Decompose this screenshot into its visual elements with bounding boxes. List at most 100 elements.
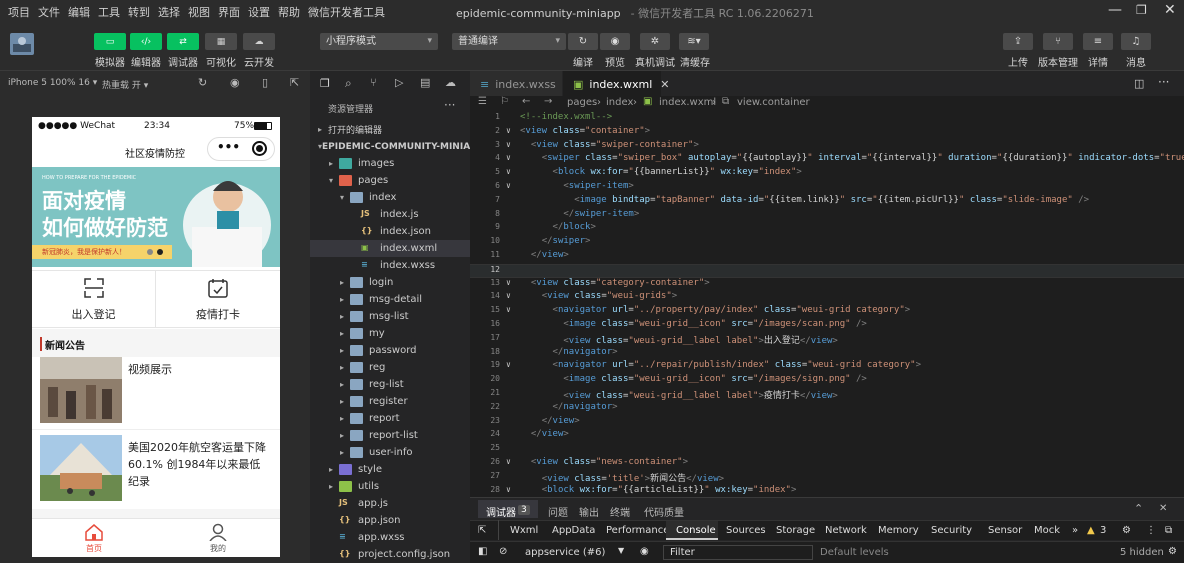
remote-debug-button[interactable]: ✲ — [640, 33, 670, 50]
folder-item[interactable]: ▸ utils — [310, 478, 470, 495]
code-line[interactable]: 15 ∨ <navigator url="../property/pay/inde… — [470, 305, 1184, 319]
category-checkin[interactable]: 出入登记 — [32, 270, 156, 328]
context-select[interactable]: appservice (#6) — [525, 547, 605, 558]
search-icon[interactable]: ⌕ — [345, 76, 352, 91]
messages-button[interactable]: ♫ — [1121, 33, 1151, 50]
menu-item[interactable]: 编辑 — [64, 4, 94, 20]
cloud-icon[interactable]: ☁ — [445, 76, 456, 89]
devtools-tab[interactable]: Mock — [1034, 525, 1060, 536]
menu-item[interactable]: 视图 — [184, 4, 214, 20]
mode-select[interactable]: 小程序模式 — [320, 33, 438, 50]
menu-item[interactable]: 项目 — [4, 4, 34, 20]
code-editor[interactable]: 1 <!--index.wxml--> 2 ∨ <view class="contain… — [470, 112, 1184, 497]
breadcrumb-item[interactable]: index.wxml — [659, 97, 716, 108]
code-line[interactable]: 13 ∨ <view class="category-container"> — [470, 278, 1184, 292]
avatar[interactable] — [10, 33, 34, 55]
sidebar-icon[interactable]: ◧ — [478, 546, 487, 557]
file-item[interactable]: {} index.json — [310, 223, 470, 240]
maximize-icon[interactable]: ❐ — [1136, 3, 1147, 17]
code-line[interactable]: 20 <image class="weui-grid__icon" src="/… — [470, 374, 1184, 388]
code-line[interactable]: 26 ∨ <view class="news-container"> — [470, 457, 1184, 471]
cloud-button[interactable]: ☁ — [243, 33, 275, 50]
tab-index-wxss[interactable]: ≡ index.wxss — [470, 71, 562, 97]
menu-item[interactable]: 文件 — [34, 4, 64, 20]
levels-select[interactable]: Default levels — [820, 547, 889, 558]
code-line[interactable]: 14 ∨ <view class="weui-grids"> — [470, 291, 1184, 305]
devtools-tab[interactable]: Sources — [726, 525, 766, 536]
code-line[interactable]: 12 — [470, 263, 1184, 278]
forward-icon[interactable]: → — [544, 96, 552, 107]
bookmark-icon[interactable]: ⚐ — [500, 96, 509, 107]
record-icon[interactable]: ◉ — [230, 76, 240, 89]
dock-icon[interactable]: ⧉ — [1165, 525, 1172, 536]
folder-item[interactable]: ▸ style — [310, 461, 470, 478]
more-icon[interactable]: ··· — [1158, 75, 1169, 89]
code-line[interactable]: 10 </swiper> — [470, 236, 1184, 250]
tab-mine[interactable]: 我的 — [156, 523, 280, 554]
code-line[interactable]: 11 </view> — [470, 250, 1184, 264]
project-section[interactable]: ▾ EPIDEMIC-COMMUNITY-MINIAPP — [310, 138, 483, 155]
version-button[interactable]: ⑂ — [1043, 33, 1073, 50]
news-item[interactable]: 美国2020年航空客运量下降60.1% 创1984年以来最低纪录 — [40, 435, 280, 503]
devtools-tab[interactable]: Security — [931, 525, 972, 536]
tab-debugger[interactable]: 调试器 — [486, 504, 516, 519]
source-control-icon[interactable]: ⑂ — [370, 76, 377, 89]
device-select[interactable]: iPhone 5 100% 16 ▾ — [8, 78, 97, 88]
folder-item[interactable]: ▸ reg-list — [310, 376, 470, 393]
tab-home[interactable]: 首页 — [32, 523, 156, 554]
hot-reload-select[interactable]: 热重载 开 ▾ — [102, 78, 148, 91]
folder-item[interactable]: ▸ login — [310, 274, 470, 291]
banner-swiper[interactable]: HOW TO PREPARE FOR THE EPIDEMIC 面对疫情 如何做… — [32, 167, 280, 267]
file-item[interactable]: JS index.js — [310, 206, 470, 223]
folder-item[interactable]: ▸ report-list — [310, 427, 470, 444]
code-line[interactable]: 6 ∨ <swiper-item> — [470, 181, 1184, 195]
simulator-toggle-button[interactable]: ▭ — [94, 33, 126, 50]
menu-item[interactable]: 帮助 — [274, 4, 304, 20]
compile-select[interactable]: 普通编译 — [452, 33, 566, 50]
code-line[interactable]: 3 ∨ <view class="swiper-container"> — [470, 140, 1184, 154]
chevron-up-icon[interactable]: ⌃ — [1134, 502, 1143, 515]
code-line[interactable]: 25 — [470, 443, 1184, 457]
minimize-icon[interactable]: — — [1108, 2, 1122, 18]
menu-item[interactable]: 转到 — [124, 4, 154, 20]
category-clockin[interactable]: 疫情打卡 — [156, 270, 280, 328]
rotate-icon[interactable]: ↻ — [198, 76, 207, 89]
tab-code-quality[interactable]: 代码质量 — [644, 504, 684, 519]
tab-terminal[interactable]: 终端 — [610, 504, 630, 519]
clear-cache-button[interactable]: ≋▾ — [679, 33, 709, 50]
more-icon[interactable]: ··· — [444, 98, 455, 112]
folder-item[interactable]: ▸ reg — [310, 359, 470, 376]
code-line[interactable]: 17 <view class="weui-grid__label label">… — [470, 333, 1184, 347]
inspect-icon[interactable]: ⇱ — [478, 525, 486, 536]
capsule-menu[interactable]: ••• — [207, 137, 275, 161]
file-item[interactable]: ≡ app.wxss — [310, 529, 470, 546]
code-line[interactable]: 21 <view class="weui-grid__label label">… — [470, 388, 1184, 402]
folder-item[interactable]: ▸ user-info — [310, 444, 470, 461]
preview-button[interactable]: ◉ — [600, 33, 630, 50]
devtools-tab[interactable]: AppData — [552, 525, 595, 536]
more-vert-icon[interactable]: ⋮ — [1146, 525, 1156, 536]
breadcrumb-item[interactable]: view.container — [737, 97, 810, 108]
fold-icon[interactable]: ∨ — [506, 153, 511, 162]
menu-item[interactable]: 微信开发者工具 — [304, 4, 389, 20]
file-item[interactable]: ▣ index.wxml — [310, 240, 470, 257]
phone-icon[interactable]: ▯ — [262, 76, 268, 89]
folder-item[interactable]: ▸ report — [310, 410, 470, 427]
devtools-tab[interactable]: Memory — [878, 525, 919, 536]
code-line[interactable]: 23 </view> — [470, 416, 1184, 430]
breadcrumb-item[interactable]: pages — [567, 97, 597, 108]
folder-item[interactable]: ▸ my — [310, 325, 470, 342]
menu-item[interactable]: 界面 — [214, 4, 244, 20]
close-mini-icon[interactable] — [252, 141, 267, 156]
debugger-toggle-button[interactable]: ⇄ — [167, 33, 199, 50]
visual-button[interactable]: ▦ — [205, 33, 237, 50]
menu-item[interactable]: 选择 — [154, 4, 184, 20]
files-icon[interactable]: ❐ — [320, 77, 330, 90]
filter-input[interactable]: Filter — [663, 545, 813, 560]
devtools-tab[interactable]: Storage — [776, 525, 815, 536]
tab-output[interactable]: 输出 — [579, 504, 599, 519]
code-line[interactable]: 28 ∨ <block wx:for="{{articleList}}" wx:k… — [470, 485, 1184, 497]
fold-icon[interactable]: ∨ — [506, 140, 511, 149]
file-item[interactable]: {} project.config.json — [310, 546, 470, 563]
upload-button[interactable]: ⇪ — [1003, 33, 1033, 50]
